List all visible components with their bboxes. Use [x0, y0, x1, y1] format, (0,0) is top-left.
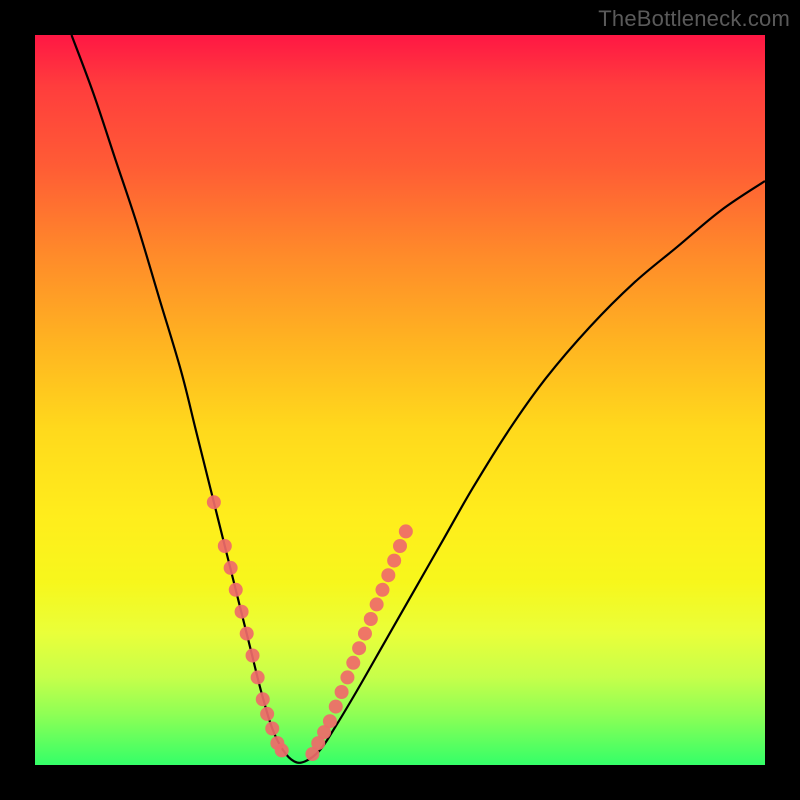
marker-dot: [364, 612, 378, 626]
marker-dot: [265, 722, 279, 736]
marker-dot: [207, 495, 221, 509]
marker-dot: [256, 692, 270, 706]
marker-dot: [229, 583, 243, 597]
marker-dot: [352, 641, 366, 655]
marker-dot: [323, 714, 337, 728]
marker-dot: [387, 554, 401, 568]
marker-dot: [335, 685, 349, 699]
marker-dot: [358, 627, 372, 641]
chart-frame: TheBottleneck.com: [0, 0, 800, 800]
marker-dot: [251, 670, 265, 684]
watermark-text: TheBottleneck.com: [598, 6, 790, 32]
marker-dot: [240, 627, 254, 641]
marker-dot: [235, 605, 249, 619]
marker-dot: [246, 649, 260, 663]
marker-dot: [218, 539, 232, 553]
right-branch-markers: [305, 524, 412, 761]
left-branch-markers: [207, 495, 289, 757]
marker-dot: [224, 561, 238, 575]
marker-dot: [340, 670, 354, 684]
marker-dot: [260, 707, 274, 721]
marker-dot: [393, 539, 407, 553]
marker-dot: [329, 700, 343, 714]
marker-dot: [399, 524, 413, 538]
marker-dot: [370, 597, 384, 611]
plot-area: [35, 35, 765, 765]
curve-layer: [35, 35, 765, 765]
marker-dot: [346, 656, 360, 670]
marker-dot: [275, 743, 289, 757]
bottleneck-curve: [72, 35, 766, 763]
marker-dot: [381, 568, 395, 582]
marker-dot: [375, 583, 389, 597]
